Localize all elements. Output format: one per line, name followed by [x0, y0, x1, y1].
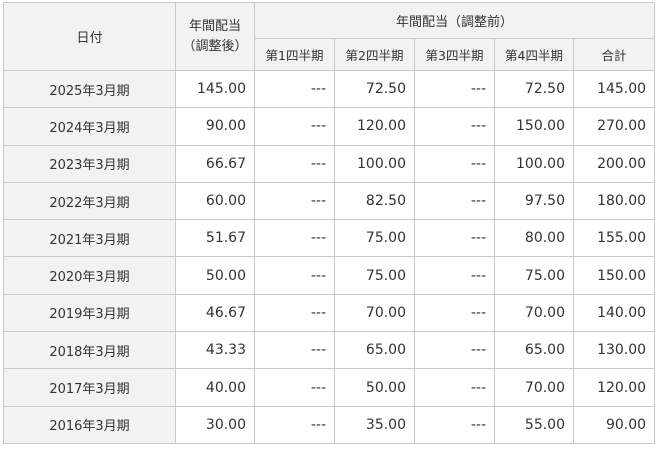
total-cell: 155.00	[572, 219, 656, 258]
total-cell: 150.00	[572, 256, 656, 295]
table-row: 2023年3月期 66.67 --- 100.00 --- 100.00 200…	[3, 144, 656, 183]
q3-cell: ---	[414, 368, 495, 407]
q2-cell: 75.00	[334, 256, 415, 295]
date-cell: 2017年3月期	[3, 368, 176, 407]
q3-header: 第3四半期	[414, 38, 495, 71]
q2-cell: 65.00	[334, 331, 415, 370]
total-header: 合計	[572, 38, 656, 71]
adjusted-cell: 51.67	[175, 219, 255, 258]
q1-cell: ---	[254, 107, 335, 146]
total-cell: 180.00	[572, 181, 656, 221]
adjusted-header-line2: （調整後）	[182, 38, 248, 54]
q1-cell: ---	[254, 405, 335, 444]
table-row: 2022年3月期 60.00 --- 82.50 --- 97.50 180.0…	[3, 181, 656, 221]
date-cell: 2022年3月期	[3, 181, 176, 221]
date-cell: 2016年3月期	[3, 405, 176, 444]
q3-cell: ---	[414, 107, 495, 146]
date-cell: 2020年3月期	[3, 256, 176, 295]
adjusted-header-line1: 年間配当	[188, 18, 241, 34]
adjusted-cell: 50.00	[175, 256, 255, 295]
q1-cell: ---	[254, 331, 335, 370]
adjusted-cell: 43.33	[175, 331, 255, 370]
q2-header: 第2四半期	[334, 38, 415, 71]
table-row: 2016年3月期 30.00 --- 35.00 --- 55.00 90.00	[3, 405, 656, 444]
adjusted-cell: 90.00	[175, 107, 255, 146]
q1-cell: ---	[254, 368, 335, 407]
q1-cell: ---	[254, 256, 335, 295]
q2-cell: 82.50	[334, 181, 415, 221]
q4-cell: 55.00	[494, 405, 574, 444]
dividend-table: 日付 年間配当 （調整後） 年間配当（調整前） 第1四半期 第2四半期 第3四半…	[3, 2, 656, 444]
table-body: 2025年3月期 145.00 --- 72.50 --- 72.50 145.…	[3, 69, 656, 444]
header-row-top: 日付 年間配当 （調整後） 年間配当（調整前）	[3, 2, 656, 71]
date-cell: 2024年3月期	[3, 107, 176, 146]
table-row: 2024年3月期 90.00 --- 120.00 --- 150.00 270…	[3, 107, 656, 146]
q3-cell: ---	[414, 69, 495, 109]
q3-cell: ---	[414, 256, 495, 295]
q4-cell: 80.00	[494, 219, 574, 258]
q4-cell: 72.50	[494, 69, 574, 109]
table-row: 2021年3月期 51.67 --- 75.00 --- 80.00 155.0…	[3, 219, 656, 258]
q2-cell: 72.50	[334, 69, 415, 109]
q1-cell: ---	[254, 181, 335, 221]
table-row: 2025年3月期 145.00 --- 72.50 --- 72.50 145.…	[3, 69, 656, 109]
q1-cell: ---	[254, 144, 335, 183]
date-cell: 2025年3月期	[3, 69, 176, 109]
q4-cell: 75.00	[494, 256, 574, 295]
q3-cell: ---	[414, 293, 495, 333]
q3-cell: ---	[414, 181, 495, 221]
total-cell: 270.00	[572, 107, 656, 146]
q3-cell: ---	[414, 144, 495, 183]
q1-cell: ---	[254, 69, 335, 109]
q4-header: 第4四半期	[494, 38, 574, 71]
q2-cell: 100.00	[334, 144, 415, 183]
date-cell: 2021年3月期	[3, 219, 176, 258]
q1-cell: ---	[254, 219, 335, 258]
adjusted-cell: 145.00	[175, 69, 255, 109]
total-cell: 90.00	[572, 405, 656, 444]
table-row: 2020年3月期 50.00 --- 75.00 --- 75.00 150.0…	[3, 256, 656, 295]
q1-cell: ---	[254, 293, 335, 333]
q2-cell: 70.00	[334, 293, 415, 333]
adjusted-dividend-header: 年間配当 （調整後）	[175, 2, 255, 71]
q4-cell: 100.00	[494, 144, 574, 183]
q3-cell: ---	[414, 219, 495, 258]
table-row: 2019年3月期 46.67 --- 70.00 --- 70.00 140.0…	[3, 293, 656, 333]
q2-cell: 35.00	[334, 405, 415, 444]
table-row: 2017年3月期 40.00 --- 50.00 --- 70.00 120.0…	[3, 368, 656, 407]
q2-cell: 50.00	[334, 368, 415, 407]
date-cell: 2019年3月期	[3, 293, 176, 333]
table-row: 2018年3月期 43.33 --- 65.00 --- 65.00 130.0…	[3, 331, 656, 370]
q2-cell: 75.00	[334, 219, 415, 258]
total-cell: 140.00	[572, 293, 656, 333]
q4-cell: 150.00	[494, 107, 574, 146]
total-cell: 120.00	[572, 368, 656, 407]
q4-cell: 65.00	[494, 331, 574, 370]
total-cell: 200.00	[572, 144, 656, 183]
adjusted-cell: 60.00	[175, 181, 255, 221]
q2-cell: 120.00	[334, 107, 415, 146]
date-cell: 2018年3月期	[3, 331, 176, 370]
q4-cell: 70.00	[494, 368, 574, 407]
total-cell: 130.00	[572, 331, 656, 370]
q1-header: 第1四半期	[254, 38, 335, 71]
adjusted-cell: 66.67	[175, 144, 255, 183]
q3-cell: ---	[414, 405, 495, 444]
unadjusted-dividend-header: 年間配当（調整前）	[253, 2, 656, 39]
q4-cell: 97.50	[494, 181, 574, 221]
date-cell: 2023年3月期	[3, 144, 176, 183]
adjusted-cell: 46.67	[175, 293, 255, 333]
date-header: 日付	[3, 2, 176, 71]
q4-cell: 70.00	[494, 293, 574, 333]
adjusted-cell: 40.00	[175, 368, 255, 407]
total-cell: 145.00	[572, 69, 656, 109]
q3-cell: ---	[414, 331, 495, 370]
adjusted-cell: 30.00	[175, 405, 255, 444]
